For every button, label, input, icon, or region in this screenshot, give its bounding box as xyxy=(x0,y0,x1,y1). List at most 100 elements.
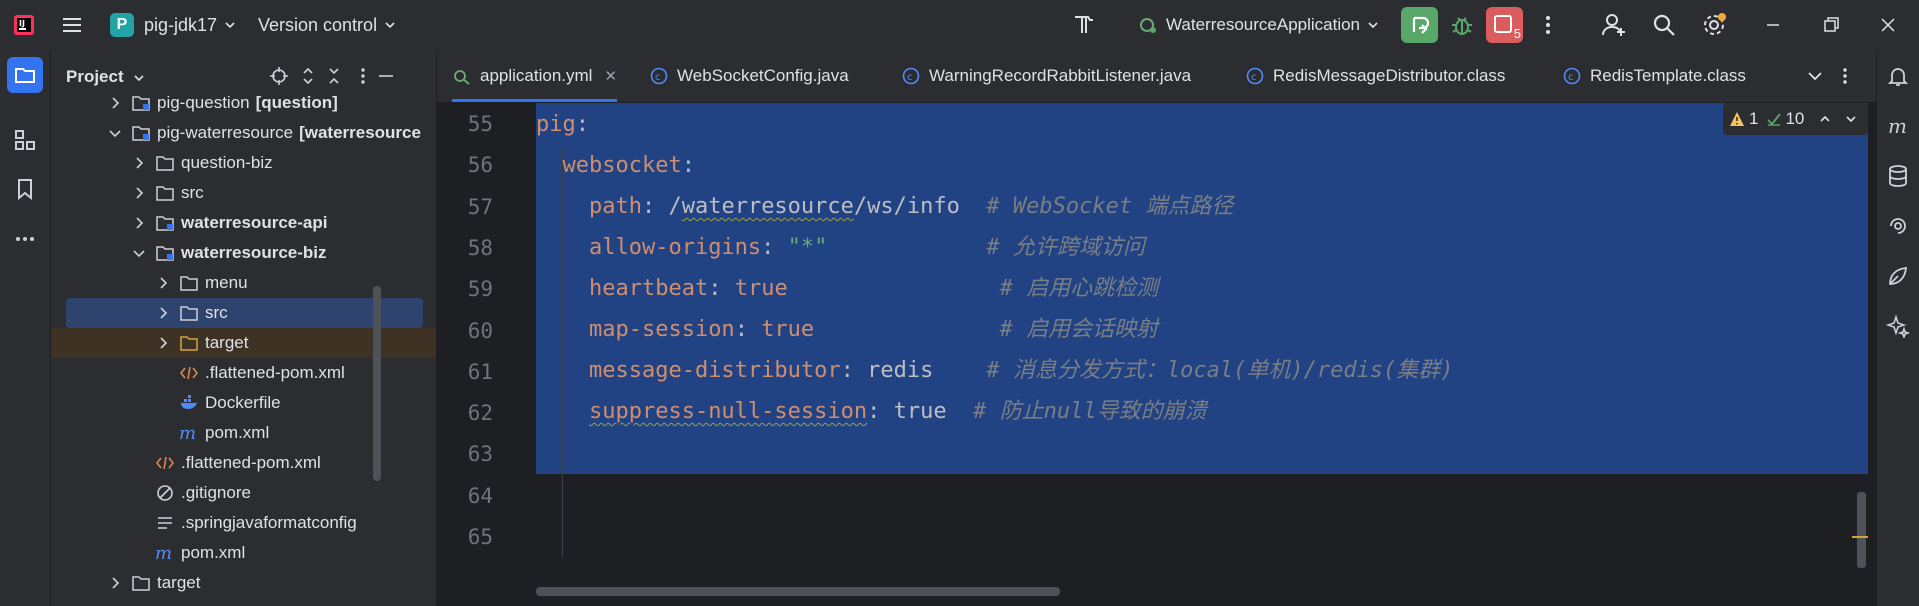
tab-redismessagedistributor[interactable]: c RedisMessageDistributor.class xyxy=(1245,50,1505,102)
next-highlight-icon[interactable] xyxy=(1844,112,1858,126)
code-line-57[interactable]: path: /waterresource/ws/info # WebSocket… xyxy=(536,192,1233,222)
hide-panel-icon[interactable] xyxy=(376,66,396,86)
chevron-right-icon[interactable] xyxy=(131,185,147,201)
horizontal-scrollbar[interactable] xyxy=(536,587,1060,596)
vertical-scrollbar[interactable] xyxy=(1857,492,1866,568)
add-user-icon[interactable] xyxy=(1601,12,1627,38)
chevron-right-icon[interactable] xyxy=(107,575,123,591)
locate-file-icon[interactable] xyxy=(269,66,289,86)
version-control-menu[interactable]: Version control xyxy=(258,0,397,50)
tree-item[interactable]: waterresource-api xyxy=(51,208,436,238)
intellij-logo-icon[interactable]: IJ xyxy=(12,13,36,37)
yaml-sep: : xyxy=(641,194,669,219)
tab-label: WebSocketConfig.java xyxy=(677,66,849,85)
yaml-key: websocket xyxy=(562,153,682,178)
tree-item[interactable]: .springjavaformatconfig xyxy=(51,508,436,538)
tree-item[interactable]: target xyxy=(51,568,436,598)
debug-bug-icon[interactable] xyxy=(1450,13,1474,37)
collapse-all-icon[interactable] xyxy=(324,66,344,86)
chevron-right-icon[interactable] xyxy=(155,305,171,321)
endpoints-icon xyxy=(1890,218,1906,234)
rerun-button[interactable] xyxy=(1401,7,1438,43)
yaml-sep: : xyxy=(761,235,788,260)
chevron-down-icon[interactable] xyxy=(107,125,123,141)
search-icon[interactable] xyxy=(1652,13,1676,37)
bookmarks-tool-button[interactable] xyxy=(7,171,43,207)
line-number[interactable]: 64 xyxy=(433,484,493,508)
code-line-56[interactable]: websocket: xyxy=(536,151,695,181)
code-line-62[interactable]: suppress-null-session: true # 防止null导致的崩… xyxy=(536,397,1207,427)
run-configuration-selector[interactable]: WaterresourceApplication xyxy=(1138,0,1380,50)
folder-icon xyxy=(155,183,175,203)
chevron-right-icon[interactable] xyxy=(155,335,171,351)
code-line-60[interactable]: map-session: true # 启用会话映射 xyxy=(536,315,1158,345)
line-number[interactable]: 59 xyxy=(433,277,493,301)
line-number[interactable]: 62 xyxy=(433,401,493,425)
tree-item[interactable]: waterresource-biz xyxy=(51,238,436,268)
tab-websocketconfig[interactable]: c WebSocketConfig.java xyxy=(649,50,849,102)
maven-icon: m xyxy=(179,423,199,443)
expand-all-icon[interactable] xyxy=(298,66,318,86)
yaml-value: /ws/info xyxy=(853,194,960,219)
weak-warning-count: 10 xyxy=(1785,109,1805,128)
ai-assistant-button[interactable] xyxy=(1882,310,1914,342)
tab-redistemplate[interactable]: c RedisTemplate.class xyxy=(1562,50,1746,102)
tree-item[interactable]: pig-waterresource [waterresource xyxy=(51,118,436,148)
restore-window-icon[interactable] xyxy=(1821,15,1841,35)
options-menu-icon[interactable] xyxy=(353,66,373,86)
chevron-right-icon[interactable] xyxy=(155,275,171,291)
inspection-widget[interactable]: 1 10 xyxy=(1723,103,1868,135)
code-line-58[interactable]: allow-origins: "*" # 允许跨域访问 xyxy=(536,233,1145,263)
structure-tool-button[interactable] xyxy=(7,122,43,158)
tree-item[interactable]: m pom.xml xyxy=(51,538,436,568)
tabs-dropdown-icon[interactable] xyxy=(1805,66,1825,86)
project-tree-scrollbar[interactable] xyxy=(373,286,381,481)
tab-application-yml[interactable]: application.yml ✕ xyxy=(452,50,618,102)
left-tool-strip xyxy=(0,50,51,606)
tree-item[interactable]: src xyxy=(51,178,436,208)
line-number[interactable]: 58 xyxy=(433,236,493,260)
services-tool-button[interactable] xyxy=(1882,210,1914,242)
database-tool-button[interactable] xyxy=(1882,160,1914,192)
error-stripe-marker[interactable] xyxy=(1852,536,1868,538)
project-switcher[interactable]: P pig-jdk17 xyxy=(110,0,237,50)
more-actions-icon[interactable] xyxy=(1536,13,1560,37)
tree-item[interactable]: question-biz xyxy=(51,148,436,178)
line-number[interactable]: 57 xyxy=(433,195,493,219)
more-tools-button[interactable] xyxy=(7,221,43,257)
project-tool-button[interactable] xyxy=(7,57,43,93)
notifications-button[interactable] xyxy=(1882,60,1914,92)
tree-item[interactable]: pig-question [question] xyxy=(51,88,436,118)
line-number[interactable]: 55 xyxy=(433,112,493,136)
settings-gear-icon[interactable] xyxy=(1701,12,1727,38)
docker-icon xyxy=(179,393,199,413)
line-number[interactable]: 60 xyxy=(433,319,493,343)
minimize-window-icon[interactable] xyxy=(1763,15,1783,35)
main-menu-icon[interactable] xyxy=(61,14,83,36)
chevron-right-icon[interactable] xyxy=(131,215,147,231)
close-window-icon[interactable] xyxy=(1878,15,1898,35)
chevron-right-icon[interactable] xyxy=(107,95,123,111)
maven-tool-button[interactable]: m xyxy=(1882,110,1914,142)
line-number[interactable]: 65 xyxy=(433,525,493,549)
code-line-61[interactable]: message-distributor: redis # 消息分发方式：loca… xyxy=(536,356,1454,386)
close-tab-icon[interactable]: ✕ xyxy=(604,67,617,85)
project-panel-title-dropdown[interactable]: Project xyxy=(66,67,146,87)
tab-warningrecordrabbitlistener[interactable]: c WarningRecordRabbitListener.java xyxy=(901,50,1191,102)
tree-item[interactable]: .gitignore xyxy=(51,478,436,508)
tab-options-icon[interactable] xyxy=(1835,66,1855,86)
tree-item[interactable]: src xyxy=(66,298,423,328)
build-hammer-icon[interactable] xyxy=(1072,13,1096,37)
chevron-right-icon[interactable] xyxy=(131,155,147,171)
code-line-59[interactable]: heartbeat: true # 启用心跳检测 xyxy=(536,274,1158,304)
spring-tool-button[interactable] xyxy=(1882,260,1914,292)
chevron-down-icon[interactable] xyxy=(131,245,147,261)
line-number[interactable]: 61 xyxy=(433,360,493,384)
code-line-55[interactable]: pig: xyxy=(536,110,589,140)
line-number[interactable]: 56 xyxy=(433,153,493,177)
line-number[interactable]: 63 xyxy=(433,442,493,466)
line-number-gutter: 55 56 57 58 59 60 61 62 63 64 65 xyxy=(437,103,533,606)
previous-highlight-icon[interactable] xyxy=(1818,112,1832,126)
stop-button[interactable]: 5 xyxy=(1486,7,1523,43)
